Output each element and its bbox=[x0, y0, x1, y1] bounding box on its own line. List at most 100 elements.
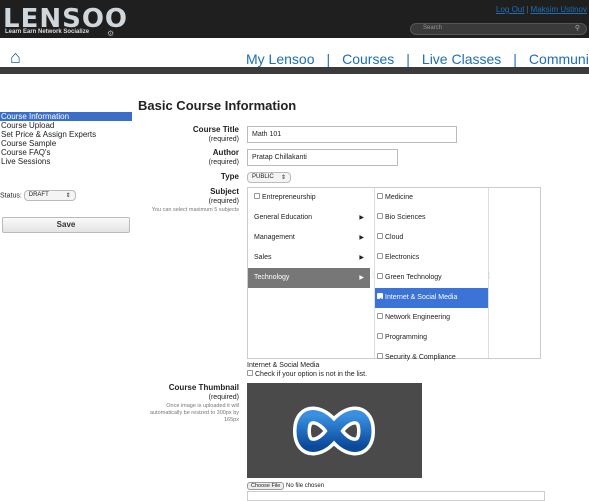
author-field[interactable]: Pratap Chillakanti bbox=[247, 149, 398, 166]
subject-option[interactable]: Network Engineering bbox=[375, 308, 488, 328]
page-title: Basic Course Information bbox=[138, 98, 297, 113]
category-column: Entrepreneurship General Education ▶ Mana… bbox=[248, 188, 370, 358]
course-title-field[interactable]: Math 101 bbox=[247, 126, 457, 143]
save-button[interactable]: Save bbox=[2, 217, 130, 233]
checkbox-icon[interactable] bbox=[377, 313, 383, 320]
nav-my-lensoo[interactable]: My Lensoo bbox=[246, 51, 314, 67]
status-value: DRAFT bbox=[28, 192, 49, 198]
column-resize-handle[interactable]: ⋮ bbox=[486, 272, 492, 279]
type-select[interactable]: PUBLIC ⇕ bbox=[247, 172, 291, 183]
checkbox-icon[interactable] bbox=[254, 193, 260, 200]
checkbox-icon[interactable] bbox=[377, 213, 383, 220]
nav-live-classes[interactable]: Live Classes bbox=[422, 51, 501, 67]
top-header: LENSOO Learn Earn Network Socialize ⚙ Lo… bbox=[0, 0, 589, 38]
category-general-education[interactable]: General Education ▶ bbox=[248, 208, 370, 228]
logout-link[interactable]: Log Out bbox=[496, 5, 524, 14]
subject-label-text: Subject bbox=[210, 187, 239, 196]
nav-links: My Lensoo | Courses | Live Classes | Community bbox=[246, 51, 589, 67]
search-input[interactable]: Search ⚲ bbox=[410, 23, 587, 35]
subject-option[interactable]: Green Technology bbox=[375, 268, 488, 288]
checkbox-icon[interactable] bbox=[377, 193, 383, 200]
subject-label: Cloud bbox=[385, 234, 404, 241]
badge-icon: ⚙ bbox=[107, 29, 115, 38]
subject-label: Bio Sciences bbox=[385, 214, 426, 221]
author-label-text: Author bbox=[212, 148, 239, 157]
status-select[interactable]: DRAFT ⇕ bbox=[23, 190, 76, 201]
subject-label: Security & Compliance bbox=[385, 354, 456, 361]
status-label: Status: bbox=[0, 192, 22, 200]
subject-label: Subject (required) bbox=[140, 187, 239, 206]
select-arrows-icon: ⇕ bbox=[65, 193, 71, 199]
sidebar-item-course-faqs[interactable]: Course FAQ's bbox=[0, 148, 132, 157]
checked-checkbox-icon[interactable] bbox=[377, 291, 383, 311]
column-resize-handle[interactable]: ⋮ bbox=[370, 272, 376, 279]
required-text: (required) bbox=[208, 198, 239, 205]
link-separator: | bbox=[526, 5, 529, 14]
sidebar-item-course-sample[interactable]: Course Sample bbox=[0, 139, 132, 148]
category-label: Management bbox=[254, 234, 295, 241]
nav-community[interactable]: Community bbox=[529, 51, 589, 67]
category-sales[interactable]: Sales ▶ bbox=[248, 248, 370, 268]
course-thumbnail-image bbox=[247, 383, 422, 478]
thumbnail-label: Course Thumbnail (required) bbox=[140, 383, 239, 402]
arrow-right-icon: ▶ bbox=[359, 235, 364, 241]
search-icon[interactable]: ⚲ bbox=[575, 24, 580, 32]
author-label: Author (required) bbox=[140, 148, 239, 167]
subject-label: Programming bbox=[385, 334, 428, 341]
arrow-right-icon: ▶ bbox=[359, 215, 364, 221]
category-label: Sales bbox=[254, 254, 272, 261]
sidebar-item-set-price[interactable]: Set Price & Assign Experts bbox=[0, 130, 132, 139]
sidebar: Course Information Course Upload Set Pri… bbox=[0, 112, 132, 166]
logo-tagline: Learn Earn Network Socialize bbox=[5, 29, 90, 35]
subject-label: Electronics bbox=[385, 254, 420, 261]
course-title-label: Course Title (required) bbox=[140, 125, 239, 144]
category-label: Entrepreneurship bbox=[262, 194, 316, 201]
checkbox-icon[interactable] bbox=[247, 370, 253, 377]
course-title-label-text: Course Title bbox=[192, 125, 239, 134]
nav-separator: | bbox=[406, 51, 410, 67]
required-text: (required) bbox=[208, 394, 239, 401]
no-file-text: No file chosen bbox=[286, 483, 325, 489]
subject-option-selected[interactable]: Internet & Social Media bbox=[375, 288, 488, 311]
checkbox-icon[interactable] bbox=[377, 333, 383, 340]
type-value: PUBLIC bbox=[252, 174, 274, 180]
account-links: Log Out | Maksim Ustinov bbox=[496, 5, 587, 14]
subject-option[interactable]: Bio Sciences bbox=[375, 208, 488, 228]
subject-label: Green Technology bbox=[385, 274, 442, 281]
subject-label: Internet & Social Media bbox=[385, 294, 458, 301]
infinity-logo-icon bbox=[293, 406, 375, 456]
subject-option[interactable]: Security & Compliance bbox=[375, 348, 488, 368]
category-management[interactable]: Management ▶ bbox=[248, 228, 370, 248]
nav-courses[interactable]: Courses bbox=[342, 51, 394, 67]
home-icon[interactable]: ⌂ bbox=[10, 47, 21, 68]
subject-option[interactable]: Electronics bbox=[375, 248, 488, 268]
subject-label: Network Engineering bbox=[385, 314, 450, 321]
course-title-value: Math 101 bbox=[252, 131, 282, 138]
checkbox-icon[interactable] bbox=[377, 273, 383, 280]
checkbox-icon[interactable] bbox=[377, 233, 383, 240]
empty-column bbox=[488, 188, 540, 358]
sidebar-item-live-sessions[interactable]: Live Sessions bbox=[0, 157, 132, 166]
category-entrepreneurship[interactable]: Entrepreneurship bbox=[248, 188, 370, 208]
sidebar-item-course-upload[interactable]: Course Upload bbox=[0, 121, 132, 130]
subject-option[interactable]: Medicine bbox=[375, 188, 488, 208]
author-value: Pratap Chillakanti bbox=[252, 154, 307, 161]
category-technology[interactable]: Technology ▶ bbox=[248, 268, 370, 288]
sidebar-item-course-information[interactable]: Course Information bbox=[0, 112, 132, 121]
subject-option[interactable]: Cloud bbox=[375, 228, 488, 248]
category-label: General Education bbox=[254, 214, 312, 221]
selected-subjects: Internet & Social Media bbox=[247, 362, 320, 369]
status-row: Status: DRAFT ⇕ bbox=[0, 190, 76, 201]
checkbox-icon[interactable] bbox=[377, 253, 383, 260]
not-in-list-label: Check if your option is not in the list. bbox=[255, 371, 368, 378]
checkbox-icon[interactable] bbox=[377, 353, 383, 360]
subject-column: Medicine Bio Sciences Cloud Electronics … bbox=[374, 188, 488, 361]
type-label: Type bbox=[140, 172, 239, 182]
type-select-box[interactable]: PUBLIC ⇕ bbox=[247, 172, 291, 183]
next-field[interactable] bbox=[247, 491, 545, 501]
not-in-list-row[interactable]: Check if your option is not in the list. bbox=[247, 370, 368, 378]
choose-file-button[interactable]: Choose File bbox=[247, 482, 285, 490]
thumbnail-hint: Once image is uploaded it will automatic… bbox=[150, 403, 239, 423]
subject-option[interactable]: Programming bbox=[375, 328, 488, 348]
user-name-link[interactable]: Maksim Ustinov bbox=[531, 5, 587, 14]
